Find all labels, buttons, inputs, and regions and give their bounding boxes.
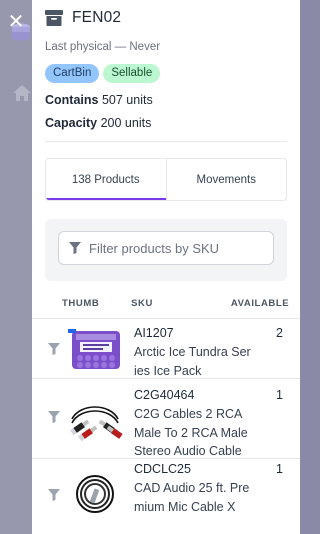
- rca-cable-image: [66, 393, 124, 443]
- title-row: FEN02: [45, 8, 287, 28]
- badge-sellable: Sellable: [103, 64, 161, 83]
- funnel-icon[interactable]: [48, 343, 60, 355]
- row-sku: C2G40464: [134, 388, 195, 402]
- row-name: CAD Audio 25 ft. Premium Mic Cable X: [134, 481, 250, 514]
- sku-filter-input[interactable]: [89, 240, 259, 256]
- row-name: Arctic Ice Tundra Series Ice Pack: [134, 345, 251, 378]
- tab-bar: 138 Products Movements: [45, 158, 287, 201]
- bin-detail-panel: FEN02 Last physical — Never CartBin Sell…: [32, 0, 300, 534]
- mic-cable-image: [66, 471, 124, 517]
- table-header: THUMB SKU AVAILABLE: [32, 289, 300, 319]
- contains-value: 507 units: [101, 93, 153, 107]
- ice-pack-image: [66, 327, 124, 373]
- badge-list: CartBin Sellable: [45, 64, 287, 83]
- table-row[interactable]: C2G40464 C2G Cables 2 RCA Male To 2 RCA …: [32, 379, 300, 459]
- bin-title: FEN02: [72, 9, 122, 26]
- capacity-label: Capacity: [45, 116, 98, 130]
- filter-box: [58, 231, 274, 265]
- table-row[interactable]: AI1207 Arctic Ice Tundra Series Ice Pack…: [32, 319, 300, 379]
- row-available: 1: [276, 462, 283, 476]
- row-available: 1: [276, 388, 283, 402]
- close-button[interactable]: ✕: [4, 10, 28, 34]
- table-row[interactable]: CDCLC25 CAD Audio 25 ft. Premium Mic Cab…: [32, 459, 300, 529]
- tab-products[interactable]: 138 Products: [46, 159, 166, 200]
- column-header-sku: SKU: [131, 298, 153, 309]
- contains-stat: Contains 507 units: [45, 93, 287, 107]
- funnel-icon[interactable]: [48, 489, 60, 501]
- home-icon: [13, 85, 31, 101]
- contains-label: Contains: [45, 93, 99, 107]
- last-physical-text: Last physical — Never: [45, 41, 161, 53]
- funnel-icon[interactable]: [48, 411, 60, 423]
- filter-container: [45, 219, 287, 281]
- badge-cartbin: CartBin: [45, 64, 100, 83]
- column-header-available: AVAILABLE: [230, 298, 290, 309]
- tab-movements[interactable]: Movements: [165, 159, 287, 200]
- row-available: 2: [276, 326, 283, 340]
- capacity-stat: Capacity 200 units: [45, 116, 287, 130]
- row-sku: CDCLC25: [134, 462, 191, 476]
- bin-header: FEN02 Last physical — Never CartBin Sell…: [32, 0, 300, 142]
- archive-box-icon: [45, 10, 63, 26]
- row-sku: AI1207: [134, 326, 174, 340]
- row-name: C2G Cables 2 RCA Male To 2 RCA Male Ster…: [134, 407, 248, 458]
- capacity-value: 200 units: [100, 116, 152, 130]
- header-divider: [45, 141, 287, 142]
- column-header-thumb: THUMB: [62, 298, 100, 309]
- funnel-icon: [69, 242, 81, 254]
